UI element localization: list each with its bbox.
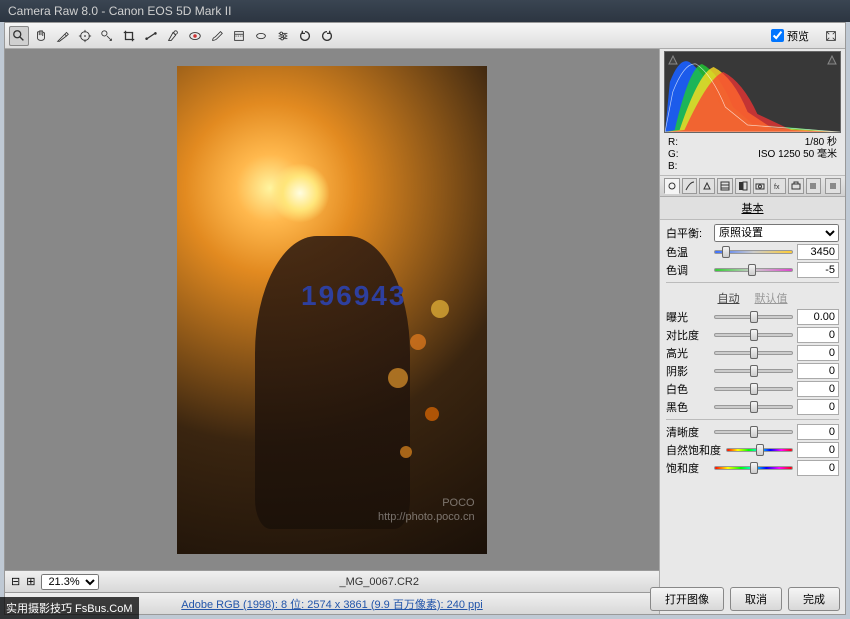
tab-presets-icon[interactable] <box>806 178 822 194</box>
svg-text:fx: fx <box>774 184 780 191</box>
zoom-minus-icon[interactable]: ⊟ <box>11 575 20 588</box>
highlights-label: 高光 <box>666 345 710 361</box>
zoom-tool-icon[interactable] <box>9 26 29 46</box>
color-sampler-icon[interactable] <box>75 26 95 46</box>
tab-curve-icon[interactable] <box>682 178 698 194</box>
zoom-bar: ⊟ ⊞ 21.3% _MG_0067.CR2 <box>5 570 659 592</box>
zoom-plus-icon[interactable]: ⊞ <box>26 575 35 588</box>
histogram[interactable] <box>664 51 841 133</box>
panel-tabs: fx <box>660 176 845 197</box>
tint-slider[interactable] <box>714 263 793 277</box>
crop-tool-icon[interactable] <box>119 26 139 46</box>
spot-removal-icon[interactable] <box>163 26 183 46</box>
radial-filter-icon[interactable] <box>251 26 271 46</box>
tab-detail-icon[interactable] <box>699 178 715 194</box>
vibrance-label: 自然饱和度 <box>666 442 722 458</box>
open-image-button[interactable]: 打开图像 <box>650 587 724 611</box>
exposure-value[interactable] <box>797 309 839 325</box>
target-adjust-icon[interactable] <box>97 26 117 46</box>
default-link[interactable]: 默认值 <box>755 293 788 305</box>
shadows-label: 阴影 <box>666 363 710 379</box>
basic-panel: 白平衡: 原照设置 色温 色调 自动 默认值 <box>660 220 845 614</box>
redeye-tool-icon[interactable] <box>185 26 205 46</box>
graduated-filter-icon[interactable] <box>229 26 249 46</box>
site-badge: 实用摄影技巧 FsBus.CoM <box>0 597 139 619</box>
temp-slider[interactable] <box>714 245 793 259</box>
straighten-tool-icon[interactable] <box>141 26 161 46</box>
fullscreen-icon[interactable] <box>821 26 841 46</box>
zoom-select[interactable]: 21.3% <box>41 574 99 590</box>
toolbar: 预览 <box>5 23 845 49</box>
saturation-value[interactable] <box>797 460 839 476</box>
adjustment-brush-icon[interactable] <box>207 26 227 46</box>
shadows-value[interactable] <box>797 363 839 379</box>
preview-checkbox[interactable]: 预览 <box>771 28 809 44</box>
wb-select[interactable]: 原照设置 <box>714 224 839 242</box>
right-panel: R:G:B: 1/80 秒 ISO 1250 50 毫米 fx <box>659 49 845 614</box>
vibrance-value[interactable] <box>797 442 839 458</box>
dialog-buttons: 打开图像 取消 完成 <box>650 587 840 611</box>
cancel-button[interactable]: 取消 <box>730 587 782 611</box>
tab-hsl-icon[interactable] <box>717 178 733 194</box>
auto-link[interactable]: 自动 <box>717 293 739 305</box>
filename-label: _MG_0067.CR2 <box>105 576 653 588</box>
main-window: 预览 196943 POCO http://photo.poco.cn ⊟ ⊞ <box>4 22 846 615</box>
whites-slider[interactable] <box>714 382 793 396</box>
watermark-bottom-right: POCO http://photo.poco.cn <box>378 496 475 525</box>
tab-basic-icon[interactable] <box>664 178 680 194</box>
title-bar: Camera Raw 8.0 - Canon EOS 5D Mark II <box>0 0 850 22</box>
preview-pane: 196943 POCO http://photo.poco.cn ⊟ ⊞ 21.… <box>5 49 659 614</box>
exposure-label: 曝光 <box>666 309 710 325</box>
tint-value[interactable] <box>797 262 839 278</box>
tab-camera-icon[interactable] <box>788 178 804 194</box>
blacks-slider[interactable] <box>714 400 793 414</box>
hand-tool-icon[interactable] <box>31 26 51 46</box>
done-button[interactable]: 完成 <box>788 587 840 611</box>
tab-split-icon[interactable] <box>735 178 751 194</box>
watermark-center: 196943 <box>301 280 406 312</box>
tint-label: 色调 <box>666 262 710 278</box>
main-area: 196943 POCO http://photo.poco.cn ⊟ ⊞ 21.… <box>5 49 845 614</box>
photo-preview: 196943 POCO http://photo.poco.cn <box>177 66 487 554</box>
tab-fx-icon[interactable]: fx <box>770 178 786 194</box>
vibrance-slider[interactable] <box>726 443 793 457</box>
clarity-value[interactable] <box>797 424 839 440</box>
prefs-icon[interactable] <box>273 26 293 46</box>
temp-label: 色温 <box>666 244 710 260</box>
whites-value[interactable] <box>797 381 839 397</box>
clarity-slider[interactable] <box>714 425 793 439</box>
contrast-value[interactable] <box>797 327 839 343</box>
whites-label: 白色 <box>666 381 710 397</box>
rgb-readout: R:G:B: 1/80 秒 ISO 1250 50 毫米 <box>660 135 845 176</box>
window-title: Camera Raw 8.0 - Canon EOS 5D Mark II <box>8 4 231 18</box>
saturation-slider[interactable] <box>714 461 793 475</box>
saturation-label: 饱和度 <box>666 460 710 476</box>
blacks-value[interactable] <box>797 399 839 415</box>
highlights-value[interactable] <box>797 345 839 361</box>
rotate-cw-icon[interactable] <box>317 26 337 46</box>
tab-lens-icon[interactable] <box>753 178 769 194</box>
wb-label: 白平衡: <box>666 225 710 241</box>
contrast-slider[interactable] <box>714 328 793 342</box>
temp-value[interactable] <box>797 244 839 260</box>
wb-tool-icon[interactable] <box>53 26 73 46</box>
shadows-slider[interactable] <box>714 364 793 378</box>
contrast-label: 对比度 <box>666 327 710 343</box>
exposure-slider[interactable] <box>714 310 793 324</box>
image-viewport[interactable]: 196943 POCO http://photo.poco.cn <box>5 49 659 570</box>
panel-menu-icon[interactable] <box>825 178 841 194</box>
blacks-label: 黑色 <box>666 399 710 415</box>
clarity-label: 清晰度 <box>666 424 710 440</box>
rotate-ccw-icon[interactable] <box>295 26 315 46</box>
highlights-slider[interactable] <box>714 346 793 360</box>
panel-title: 基本 <box>660 197 845 220</box>
